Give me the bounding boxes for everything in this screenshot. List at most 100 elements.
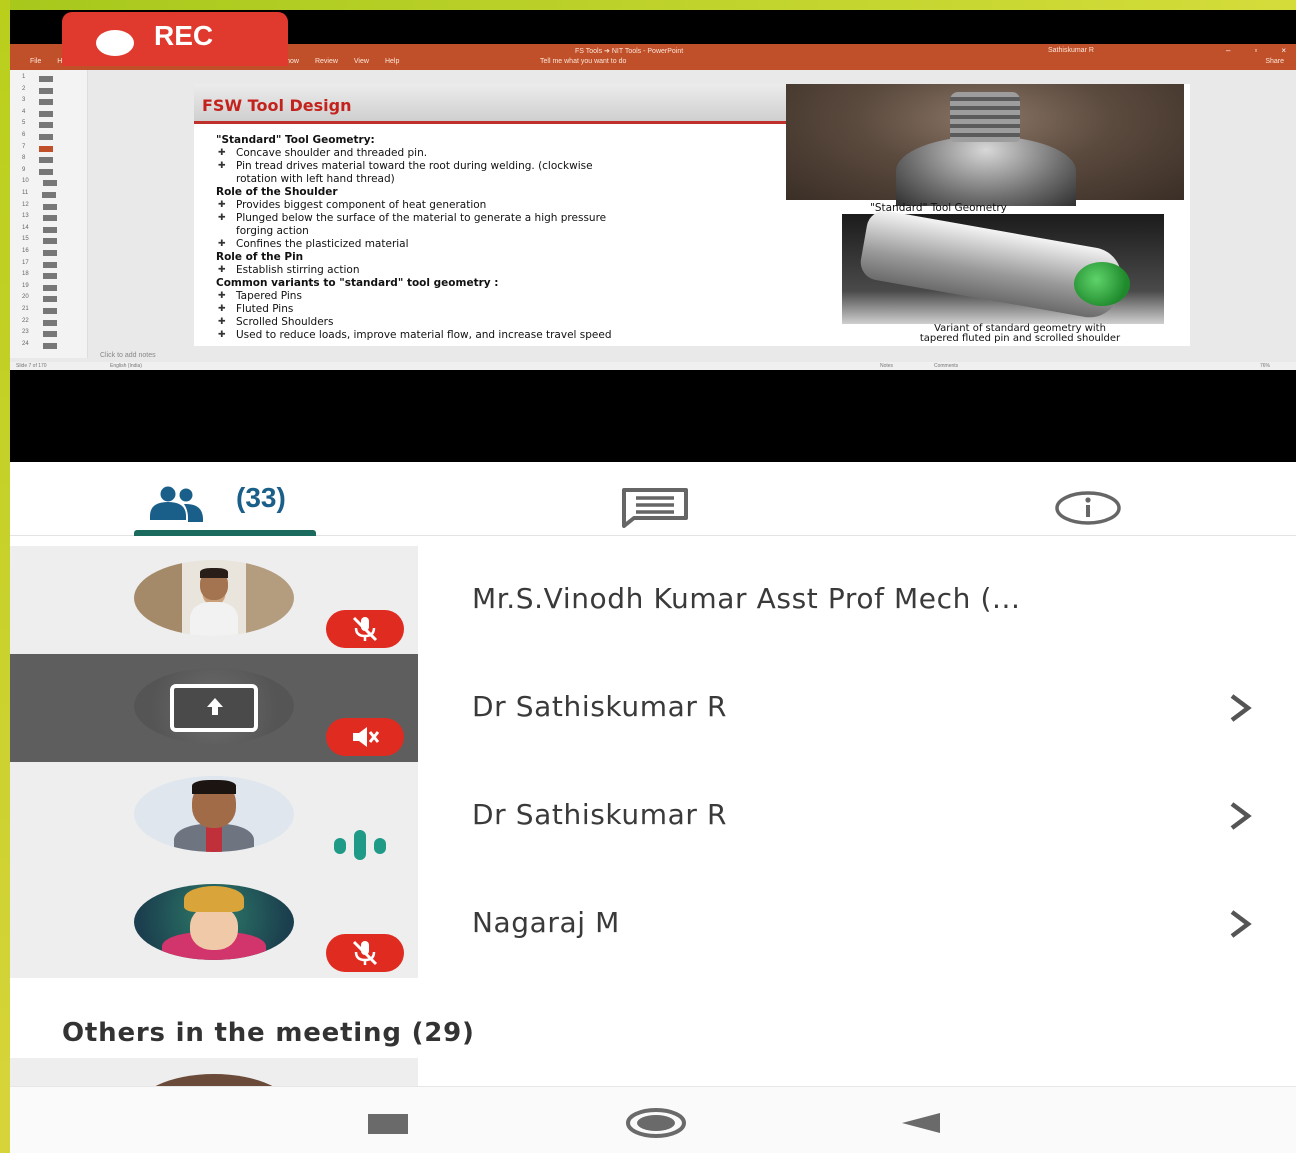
- participant-name: Nagaraj M: [472, 906, 620, 939]
- avatar: [134, 560, 294, 636]
- window-controls: – ▫ ×: [1226, 46, 1286, 55]
- shared-screen: FileHomeInsertDesignTransitionsAnimation…: [10, 44, 1296, 370]
- minimize-icon: –: [1226, 46, 1231, 55]
- tab-chat[interactable]: [620, 462, 692, 536]
- slide-thumbnail: 9: [22, 167, 72, 177]
- slide-header: FSW Tool Design: [194, 84, 786, 124]
- mic-off-icon: [353, 727, 380, 747]
- slide-thumbnail: 2: [22, 86, 72, 96]
- others-section-heading: Others in the meeting (29): [62, 1018, 475, 1048]
- slide-bullet: Provides biggest component of heat gener…: [216, 199, 796, 212]
- slide-thumbnail: 7: [22, 144, 72, 154]
- recording-label: REC: [154, 20, 214, 51]
- slide-number: 8: [22, 155, 26, 162]
- tell-me-box: Tell me what you want to do: [540, 58, 627, 65]
- render-caption-line: tapered fluted pin and scrolled shoulder: [919, 333, 1121, 344]
- mic-muted-badge: [326, 718, 404, 756]
- slide-thumbnail: 5: [22, 120, 72, 130]
- slide-thumbnail: 12: [22, 202, 72, 212]
- slide-bullet: Establish stirring action: [216, 264, 796, 277]
- powerpoint-statusbar: Slide 7 of 170 English (India) Notes Com…: [10, 362, 1296, 370]
- participant-tile: [10, 762, 418, 870]
- ribbon-tab: Help: [384, 58, 400, 65]
- info-icon: [1055, 491, 1121, 525]
- language-indicator: English (India): [110, 363, 142, 369]
- slide-bullet: Pin tread drives material toward the roo…: [216, 160, 796, 173]
- chevron-right-icon[interactable]: [1226, 798, 1256, 834]
- slide-body: "Standard" Tool Geometry:Concave shoulde…: [216, 134, 796, 342]
- slide-thumbnail: 16: [22, 248, 72, 258]
- participant-row[interactable]: Dr Sathiskumar R: [10, 762, 1296, 870]
- slide-thumbnail: 18: [22, 271, 72, 281]
- slide: FSW Tool Design "Standard" Tool Geometry…: [194, 84, 1190, 346]
- mic-muted-badge: [326, 610, 404, 648]
- slide-number: 10: [22, 178, 29, 185]
- people-icon: [150, 486, 203, 522]
- ribbon-tab: View: [353, 58, 369, 65]
- back-icon[interactable]: [900, 1111, 942, 1135]
- recording-indicator: REC: [62, 12, 288, 66]
- tab-info[interactable]: [1050, 462, 1122, 536]
- slide-thumbnail: 15: [22, 236, 72, 246]
- slide-bullet: Confines the plasticized material: [216, 238, 796, 251]
- mic-muted-badge: [326, 934, 404, 972]
- participant-name: Mr.S.Vinodh Kumar Asst Prof Mech (...: [472, 582, 1021, 615]
- panel-tabs: (33): [10, 462, 1296, 536]
- chevron-right-icon[interactable]: [1226, 906, 1256, 942]
- participant-row[interactable]: Mr.S.Vinodh Kumar Asst Prof Mech (...: [10, 546, 1296, 654]
- slide-number: 3: [22, 97, 26, 104]
- slide-bullet: Plunged below the surface of the materia…: [216, 212, 796, 225]
- participant-row[interactable]: Nagaraj M: [10, 870, 1296, 978]
- slide-bullet: Tapered Pins: [216, 290, 796, 303]
- ribbon-tab: Review: [314, 58, 338, 65]
- tab-people[interactable]: (33): [134, 462, 316, 536]
- slide-number: 22: [22, 317, 29, 324]
- chevron-right-icon[interactable]: [1226, 690, 1256, 726]
- slide-title: FSW Tool Design: [202, 96, 352, 115]
- slide-number: 19: [22, 282, 29, 289]
- slide-bullet: Concave shoulder and threaded pin.: [216, 147, 796, 160]
- document-title: FS Tools ➜ NIT Tools - PowerPoint: [575, 48, 684, 55]
- recents-icon[interactable]: [368, 1114, 408, 1134]
- render-caption: Variant of standard geometry with tapere…: [870, 324, 1170, 344]
- slide-counter: Slide 7 of 170: [16, 363, 47, 369]
- active-tab-indicator: [134, 530, 316, 536]
- slide-thumbnail: 10: [22, 178, 72, 188]
- slide-thumbnail: 3: [22, 97, 72, 107]
- participant-tile: [10, 654, 418, 762]
- slide-thumbnail: 4: [22, 109, 72, 119]
- slide-thumbnail: 1: [22, 74, 72, 84]
- slide-number: 9: [22, 166, 26, 173]
- slide-thumbnail: 14: [22, 225, 72, 235]
- close-icon: ×: [1281, 46, 1286, 55]
- slide-number: 11: [22, 190, 29, 196]
- avatar: [134, 776, 294, 852]
- slide-number: 16: [22, 248, 29, 254]
- slide-bullet: rotation with left hand thread): [236, 173, 395, 185]
- home-icon[interactable]: [625, 1107, 687, 1139]
- meeting-details-panel: (33) Mr.S.Vinodh Kumar Asst Prof Mech (.…: [10, 462, 1296, 1153]
- slide-bullet: Used to reduce loads, improve material f…: [216, 329, 796, 342]
- system-navigation-bar: [10, 1086, 1296, 1153]
- slide-bullet: Fluted Pins: [216, 303, 796, 316]
- slide-thumbnail: 23: [22, 329, 72, 339]
- standard-tool-photo: [786, 84, 1184, 206]
- screen-border-left: [0, 0, 10, 1153]
- ribbon-tab: File: [30, 58, 42, 65]
- slide-number: 4: [22, 108, 26, 115]
- notes-toggle: Notes: [880, 363, 894, 369]
- present-to-all-icon: [207, 698, 223, 715]
- slide-heading-line: "Standard" Tool Geometry:: [216, 134, 375, 146]
- slide-number: 2: [22, 85, 26, 92]
- slide-heading-line: Role of the Shoulder: [216, 186, 338, 198]
- participant-row[interactable]: Dr Sathiskumar R: [10, 654, 1296, 762]
- audio-level-icon: [334, 830, 386, 860]
- slide-thumbnails: 1 2 3 4 5 6 7 8 9 10 11 12 13 14 15 16 17 18 19 20 21 22 23 24: [10, 70, 88, 358]
- signed-in-user: Sathiskumar R: [1048, 47, 1094, 54]
- slide-number: 6: [22, 132, 26, 138]
- mic-off-icon: [352, 616, 378, 642]
- participant-name: Dr Sathiskumar R: [472, 798, 727, 831]
- slide-number: 20: [22, 294, 29, 301]
- slide-heading-line: Common variants to "standard" tool geome…: [216, 277, 499, 289]
- chat-icon: [622, 488, 688, 528]
